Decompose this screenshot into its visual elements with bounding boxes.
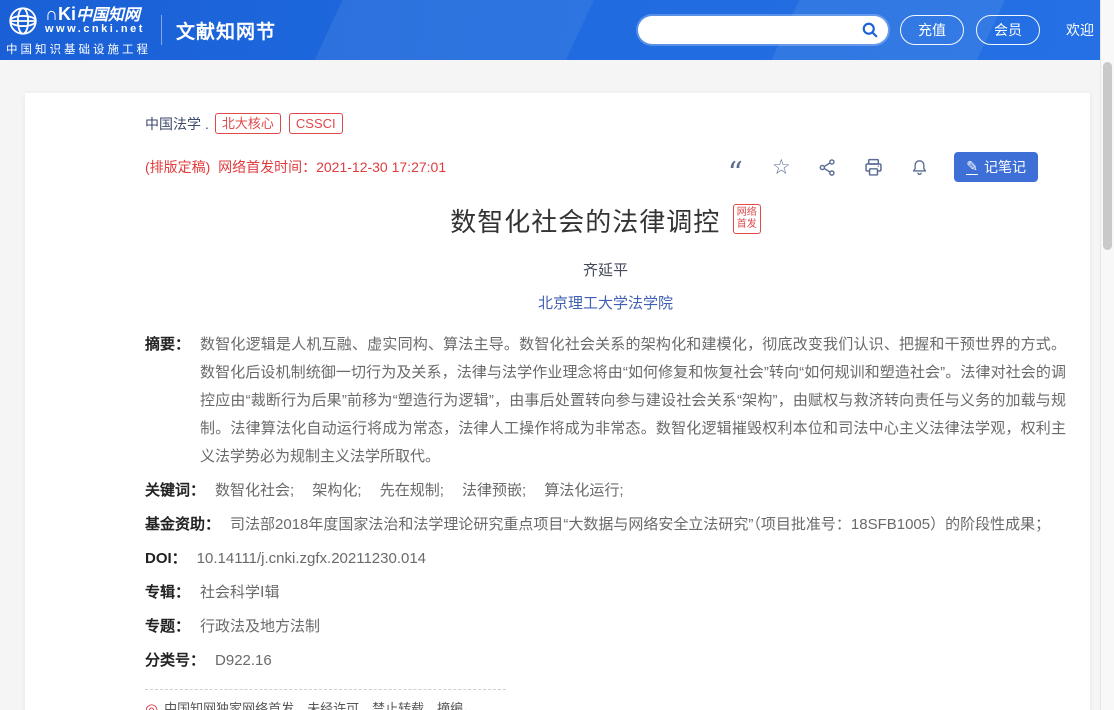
author-name: 齐延平 xyxy=(145,259,1066,280)
vertical-scrollbar[interactable] xyxy=(1100,0,1114,710)
core-journal-badge: 北大核心 xyxy=(215,113,281,134)
abstract-label: 摘要： xyxy=(145,331,190,471)
target-circle-icon: ◎ xyxy=(145,701,158,710)
album-label: 专辑： xyxy=(145,579,190,607)
topic-label: 专题： xyxy=(145,613,190,641)
globe-icon xyxy=(6,4,40,38)
member-button[interactable]: 会员 xyxy=(976,15,1040,45)
article-toolbar: “ ☆ xyxy=(724,152,1038,182)
doi-label: DOI： xyxy=(145,545,187,573)
keyword-link[interactable]: 算法化运行; xyxy=(544,482,623,499)
online-first-badge: 网络 首发 xyxy=(733,204,761,234)
alert-bell-icon[interactable] xyxy=(908,156,930,178)
affiliation-link[interactable]: 北京理工大学法学院 xyxy=(538,295,673,312)
publish-info: (排版定稿) 网络首发时间：2021-12-30 17:27:01 xyxy=(145,157,446,177)
search-box[interactable] xyxy=(638,16,888,44)
top-navigation-bar: ∩Ki中国知网 www.cnki.net 中国知识基础设施工程 文献知网节 充值… xyxy=(0,0,1114,60)
breadcrumb-separator: . xyxy=(205,116,209,132)
copyright-notice: ◎中国知网独家网络首发，未经许可，禁止转载、摘编。 xyxy=(145,689,506,710)
page-title: 文献知网节 xyxy=(176,17,276,44)
article-title: 数智化社会的法律调控 xyxy=(450,207,720,237)
logo-slogan: 中国知识基础设施工程 xyxy=(6,41,151,57)
recharge-button[interactable]: 充值 xyxy=(900,15,964,45)
share-icon[interactable] xyxy=(816,156,838,178)
pencil-icon: ✎ xyxy=(966,160,978,175)
breadcrumb: 中国法学 . 北大核心 CSSCI xyxy=(145,113,1066,134)
keywords-list: 数智化社会; 架构化; 先在规制; 法律预嵌; 算法化运行; xyxy=(215,477,1066,505)
welcome-text: 欢迎 xyxy=(1066,20,1094,40)
scrollbar-thumb[interactable] xyxy=(1103,62,1112,250)
fund-row: 基金资助： 司法部2018年度国家法治和法学理论研究重点项目“大数据与网络安全立… xyxy=(145,511,1066,539)
cite-quote-icon[interactable]: “ xyxy=(724,156,746,178)
cssci-badge: CSSCI xyxy=(289,113,343,134)
logo-url: www.cnki.net xyxy=(45,24,145,36)
clc-value: D922.16 xyxy=(215,647,1066,675)
keyword-link[interactable]: 数智化社会; xyxy=(215,482,294,499)
metadata-fields: 摘要： 数智化逻辑是人机互融、虚实同构、算法主导。数智化社会关系的架构化和建模化… xyxy=(145,331,1066,675)
cnki-logo[interactable]: ∩Ki中国知网 www.cnki.net 中国知识基础设施工程 xyxy=(6,4,151,57)
doi-value: 10.14111/j.cnki.zgfx.20211230.014 xyxy=(197,545,1066,573)
keywords-label: 关键词： xyxy=(145,477,205,505)
print-icon[interactable] xyxy=(862,156,884,178)
journal-link[interactable]: 中国法学 xyxy=(145,114,201,134)
abstract-row: 摘要： 数智化逻辑是人机互融、虚实同构、算法主导。数智化社会关系的架构化和建模化… xyxy=(145,331,1066,471)
doi-row: DOI： 10.14111/j.cnki.zgfx.20211230.014 xyxy=(145,545,1066,573)
header-divider xyxy=(161,15,162,45)
affiliation-row: 北京理工大学法学院 xyxy=(145,292,1066,313)
abstract-text: 数智化逻辑是人机互融、虚实同构、算法主导。数智化社会关系的架构化和建模化，彻底改… xyxy=(200,331,1066,471)
title-row: 数智化社会的法律调控 网络 首发 xyxy=(145,202,1066,239)
album-value: 社会科学Ⅰ辑 xyxy=(200,579,1066,607)
topic-value: 行政法及地方法制 xyxy=(200,613,1066,641)
topic-row: 专题： 行政法及地方法制 xyxy=(145,613,1066,641)
fund-text: 司法部2018年度国家法治和法学理论研究重点项目“大数据与网络安全立法研究”（项… xyxy=(230,511,1066,539)
clc-row: 分类号： D922.16 xyxy=(145,647,1066,675)
fund-label: 基金资助： xyxy=(145,511,220,539)
take-note-button[interactable]: ✎ 记笔记 xyxy=(954,152,1038,182)
favorite-star-icon[interactable]: ☆ xyxy=(770,156,792,178)
search-icon xyxy=(860,20,880,40)
publish-info-row: (排版定稿) 网络首发时间：2021-12-30 17:27:01 “ ☆ xyxy=(145,152,1066,182)
album-row: 专辑： 社会科学Ⅰ辑 xyxy=(145,579,1066,607)
search-input[interactable] xyxy=(650,23,860,38)
clc-label: 分类号： xyxy=(145,647,205,675)
keyword-link[interactable]: 法律预嵌; xyxy=(462,482,526,499)
keyword-link[interactable]: 先在规制; xyxy=(380,482,444,499)
logo-brand: ∩Ki中国知网 xyxy=(45,5,145,24)
search-button[interactable] xyxy=(860,20,880,40)
keywords-row: 关键词： 数智化社会; 架构化; 先在规制; 法律预嵌; 算法化运行; xyxy=(145,477,1066,505)
keyword-link[interactable]: 架构化; xyxy=(312,482,361,499)
article-card: 中国法学 . 北大核心 CSSCI (排版定稿) 网络首发时间：2021-12-… xyxy=(25,93,1090,710)
